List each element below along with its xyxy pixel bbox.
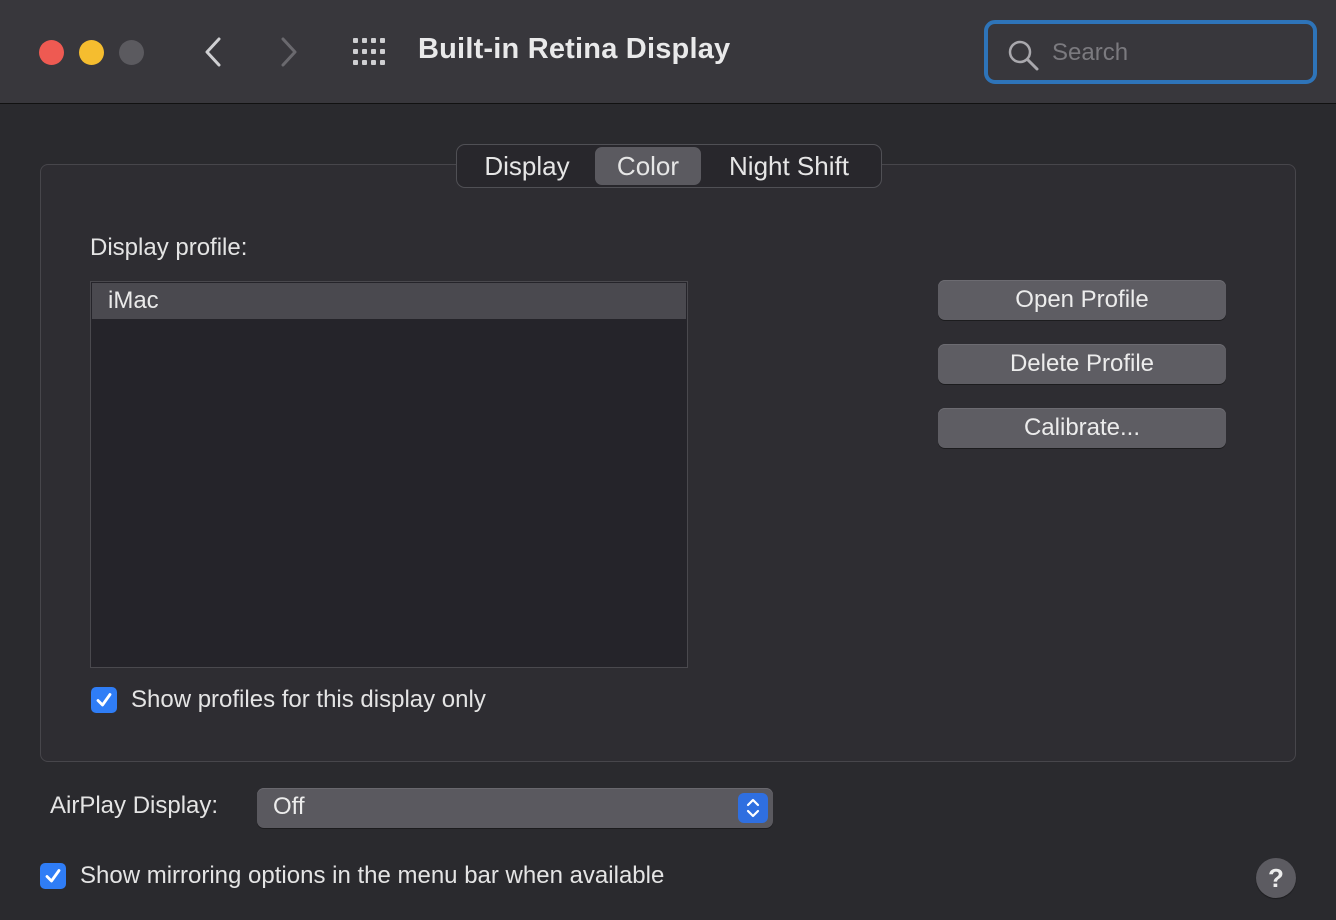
airplay-display-label: AirPlay Display: [50,792,219,819]
profile-list[interactable]: iMac [90,281,688,668]
profile-list-item[interactable]: iMac [92,283,686,319]
airplay-display-value: Off [273,793,305,820]
search-input[interactable] [1050,34,1304,72]
help-button[interactable]: ? [1256,858,1296,898]
show-all-button[interactable] [351,36,389,68]
title-bar: Built-in Retina Display [0,0,1336,104]
tab-color[interactable]: Color [595,147,701,185]
checkmark-icon [45,869,61,883]
airplay-display-select[interactable]: Off [257,788,773,828]
updown-chevron-icon [738,793,768,823]
tab-display[interactable]: Display [459,147,595,185]
show-mirroring-checkbox-label[interactable]: Show mirroring options in the menu bar w… [80,862,664,890]
zoom-window-button [119,40,144,65]
display-profile-label: Display profile: [90,234,248,261]
open-profile-button[interactable]: Open Profile [938,280,1226,320]
delete-profile-button[interactable]: Delete Profile [938,344,1226,384]
window-title: Built-in Retina Display [418,33,731,65]
forward-button[interactable] [271,34,305,70]
show-profiles-checkbox[interactable] [91,687,117,713]
show-all-grid-icon [353,38,385,65]
tab-bar: Display Color Night Shift [456,144,882,188]
show-mirroring-checkbox[interactable] [40,863,66,889]
tab-night-shift[interactable]: Night Shift [701,147,877,185]
chevron-left-icon [205,37,221,67]
search-icon [1008,40,1039,71]
calibrate-button[interactable]: Calibrate... [938,408,1226,448]
show-profiles-checkbox-label[interactable]: Show profiles for this display only [131,686,486,714]
back-button[interactable] [197,34,231,70]
chevron-right-icon [281,37,297,67]
minimize-window-button[interactable] [79,40,104,65]
close-window-button[interactable] [39,40,64,65]
checkmark-icon [96,693,112,707]
search-field[interactable] [984,20,1317,84]
